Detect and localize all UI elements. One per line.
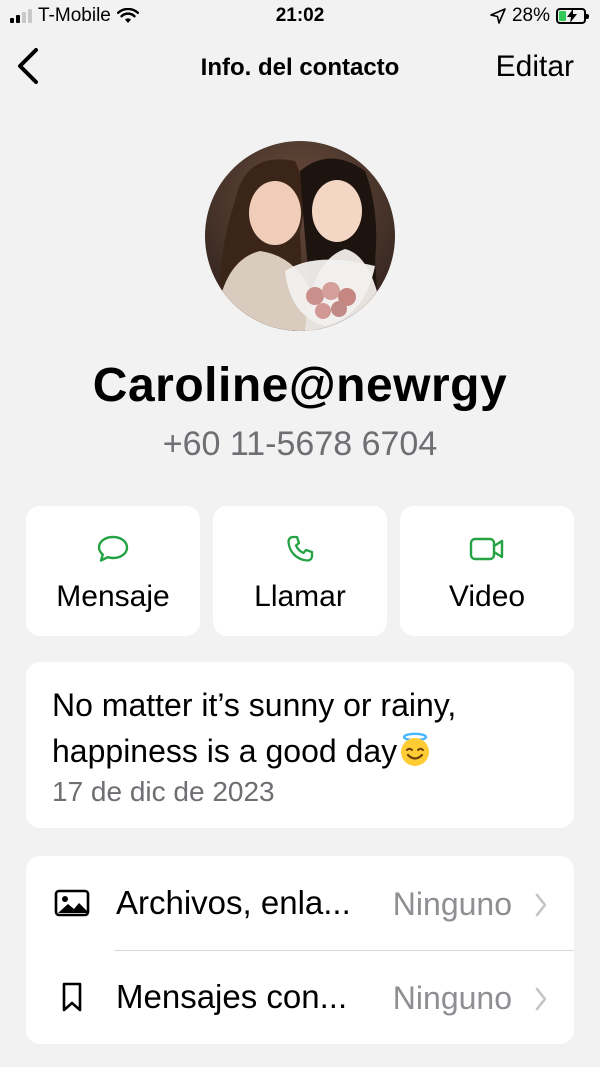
contact-name: Caroline@newrgy xyxy=(92,359,508,412)
smiling-face-with-halo-icon xyxy=(401,732,430,766)
message-button[interactable]: Mensaje xyxy=(26,506,200,636)
starred-messages-row[interactable]: Mensajes con... Ninguno xyxy=(26,950,574,1044)
menu-label: Archivos, enla... xyxy=(116,884,351,921)
media-links-docs-row[interactable]: Archivos, enla... Ninguno xyxy=(26,856,574,950)
about-date: 17 de dic de 2023 xyxy=(52,776,275,807)
action-buttons: Mensaje Llamar Video xyxy=(26,506,574,636)
battery-percent: 28% xyxy=(511,5,550,26)
status-bar: T-Mobile 21:02 28% xyxy=(0,0,600,34)
video-label: Video xyxy=(448,580,526,613)
menu-card: Archivos, enla... Ninguno Mensajes con..… xyxy=(26,856,574,1044)
menu-value: Ninguno xyxy=(392,980,512,1016)
contact-info-screen: T-Mobile 21:02 28% Info. del contacto Ed… xyxy=(0,0,600,1067)
message-bubble-icon xyxy=(97,535,129,562)
message-label: Mensaje xyxy=(56,580,170,613)
menu-value: Ninguno xyxy=(392,886,512,922)
about-text: No matter it’s sunny or rainy, happiness… xyxy=(52,682,562,774)
phone-icon xyxy=(287,535,314,562)
battery-charging-icon xyxy=(556,8,589,24)
nav-bar: Info. del contacto Editar xyxy=(0,38,600,98)
call-label: Llamar xyxy=(254,580,346,613)
video-camera-icon xyxy=(469,537,504,561)
bookmark-icon xyxy=(62,982,82,1012)
chevron-right-icon xyxy=(535,893,547,917)
status-right: 28% xyxy=(490,5,589,27)
about-status-text: No matter it’s sunny or rainy, happiness… xyxy=(52,687,457,769)
chevron-right-icon xyxy=(535,987,547,1011)
about-card: No matter it’s sunny or rainy, happiness… xyxy=(26,662,574,828)
edit-button[interactable]: Editar xyxy=(496,50,574,84)
call-button[interactable]: Llamar xyxy=(213,506,387,636)
location-arrow-icon xyxy=(490,8,506,24)
menu-label: Mensajes con... xyxy=(116,978,348,1015)
avatar[interactable] xyxy=(205,141,395,331)
contact-phone[interactable]: +60 11-5678 6704 xyxy=(0,425,600,464)
photo-icon xyxy=(54,889,90,917)
video-button[interactable]: Video xyxy=(400,506,574,636)
